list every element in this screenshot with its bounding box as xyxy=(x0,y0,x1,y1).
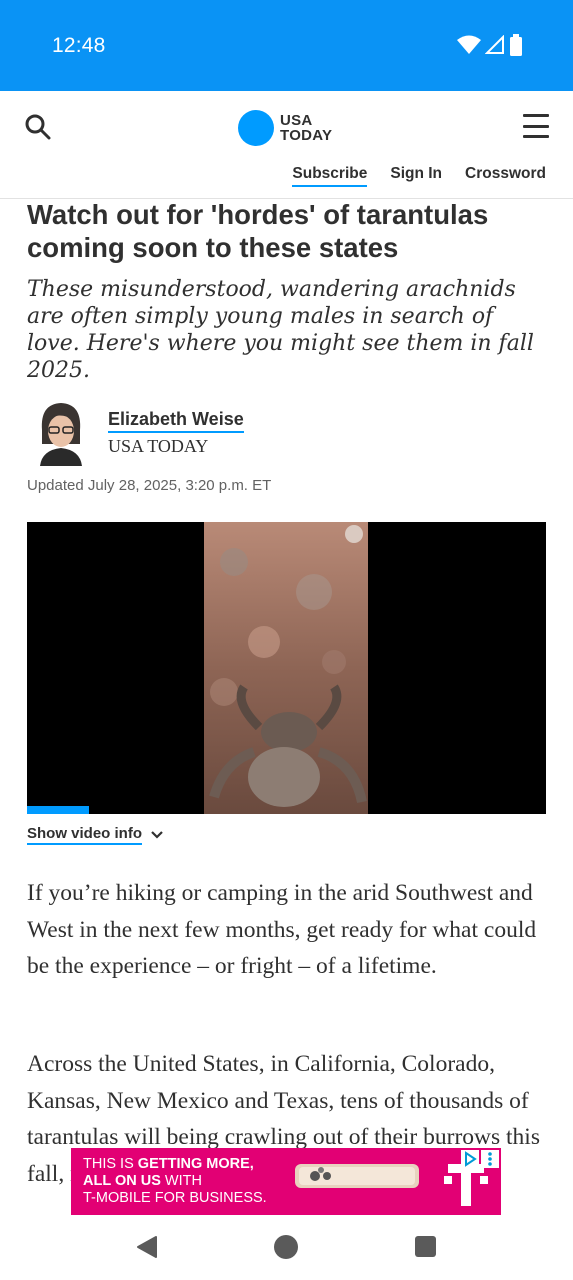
phone-image xyxy=(295,1164,419,1188)
menu-button[interactable] xyxy=(523,114,549,138)
video-player[interactable] xyxy=(27,522,546,814)
system-nav-bar xyxy=(0,1215,573,1280)
back-icon[interactable] xyxy=(135,1235,159,1259)
show-video-info-button[interactable]: Show video info xyxy=(27,825,164,845)
menu-icon-bar xyxy=(523,114,549,117)
video-thumbnail xyxy=(204,522,368,814)
header-links: Subscribe Sign In Crossword xyxy=(292,165,546,187)
search-button[interactable] xyxy=(24,113,54,143)
ad-line2-bold: ALL ON US xyxy=(83,1173,161,1189)
ad-line1-bold: GETTING MORE, xyxy=(137,1156,254,1172)
chevron-down-icon xyxy=(151,831,163,839)
usa-today-logo[interactable]: USA TODAY xyxy=(238,110,332,146)
status-icons xyxy=(457,34,523,56)
wifi-icon xyxy=(457,35,481,54)
t-mobile-ad-banner[interactable]: THIS IS GETTING MORE, ALL ON US WITH T-M… xyxy=(71,1148,501,1215)
ad-options-icon xyxy=(481,1150,499,1168)
logo-text-line2: TODAY xyxy=(280,127,333,144)
logo-text-line1: USA xyxy=(280,112,313,129)
ad-copy: THIS IS GETTING MORE, ALL ON US WITH T-M… xyxy=(83,1156,267,1207)
updated-timestamp: Updated July 28, 2025, 3:20 p.m. ET xyxy=(27,477,272,494)
byline: Elizabeth Weise USA TODAY xyxy=(36,400,536,466)
author-organization: USA TODAY xyxy=(108,436,209,456)
ad-choices[interactable] xyxy=(461,1150,499,1168)
author-name-link[interactable]: Elizabeth Weise xyxy=(108,409,244,433)
battery-icon xyxy=(510,34,522,56)
ad-choices-icon xyxy=(461,1150,479,1168)
status-bar: 12:48 xyxy=(0,0,573,91)
logo-dot xyxy=(238,110,274,146)
search-icon xyxy=(25,114,51,140)
subscribe-link[interactable]: Subscribe xyxy=(292,165,368,187)
author-avatar[interactable] xyxy=(36,400,86,466)
menu-icon-bar xyxy=(523,135,549,138)
crossword-link[interactable]: Crossword xyxy=(465,165,546,187)
ad-line1-plain: THIS IS xyxy=(83,1156,138,1172)
show-video-info-label: Show video info xyxy=(27,825,142,845)
article-headline: Watch out for 'hordes' of tarantulas com… xyxy=(27,199,489,263)
ad-line2-plain: WITH xyxy=(160,1173,202,1189)
recent-apps-icon[interactable] xyxy=(415,1236,436,1257)
sign-in-link[interactable]: Sign In xyxy=(390,165,442,187)
site-header: USA TODAY Subscribe Sign In Crossword xyxy=(0,91,573,199)
home-icon[interactable] xyxy=(274,1235,298,1259)
cellular-signal-icon xyxy=(485,35,504,54)
article-paragraph: If you’re hiking or camping in the arid … xyxy=(27,880,537,979)
video-progress-bar[interactable] xyxy=(27,806,90,814)
menu-icon-bar xyxy=(523,124,549,128)
ad-line3: T-MOBILE FOR BUSINESS. xyxy=(83,1190,267,1206)
logo-text: USA TODAY xyxy=(280,113,332,143)
article-subhead: These misunderstood, wandering arachnids… xyxy=(27,277,534,383)
status-time: 12:48 xyxy=(52,34,106,57)
author-photo xyxy=(36,400,86,466)
